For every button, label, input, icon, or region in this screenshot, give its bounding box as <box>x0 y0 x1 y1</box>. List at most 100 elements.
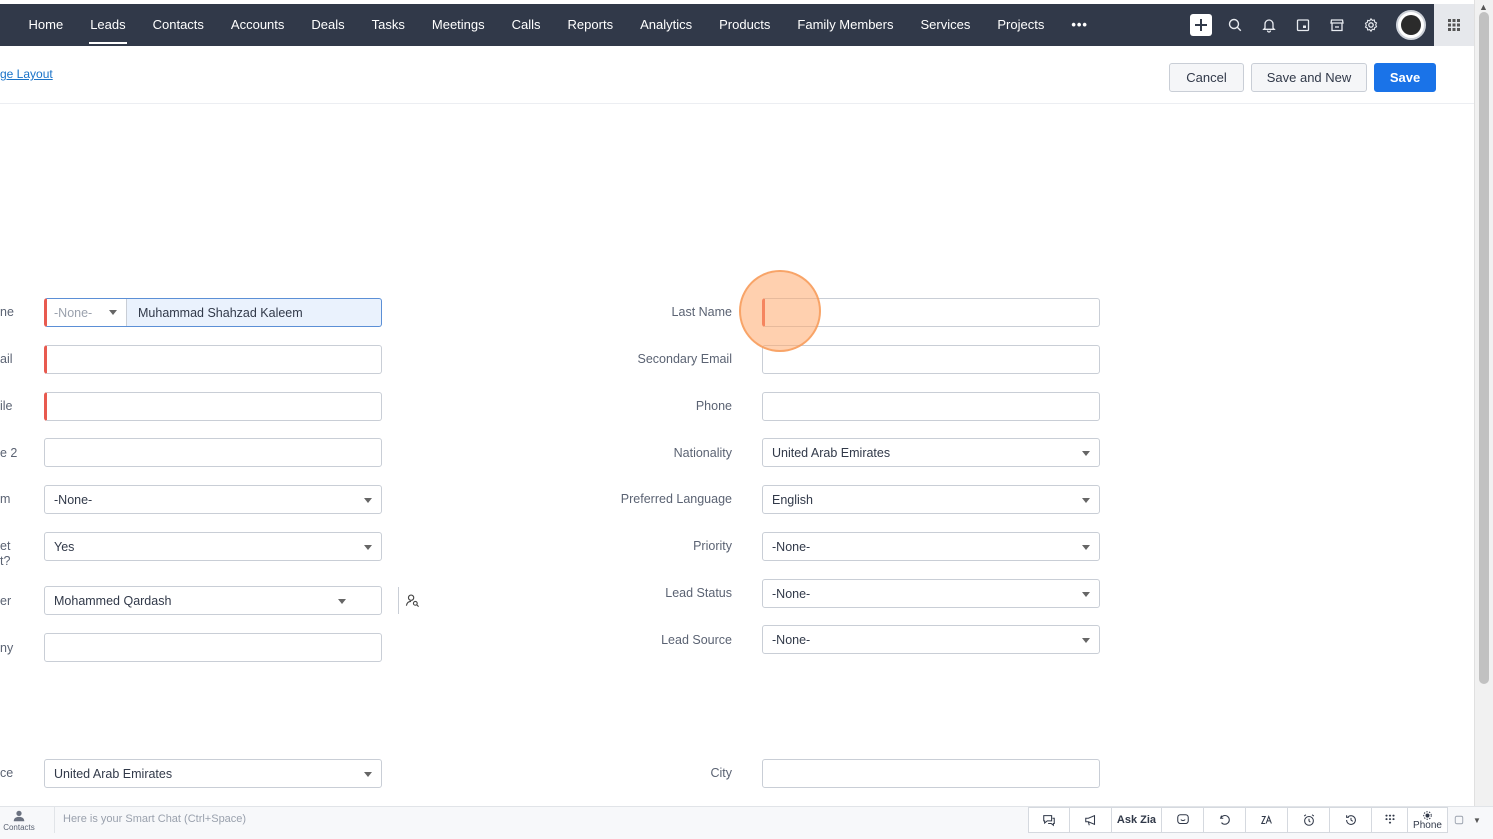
priority-value: -None- <box>772 539 811 554</box>
more-tools-button[interactable] <box>1448 807 1470 833</box>
city-input[interactable] <box>762 759 1100 788</box>
preferred-language-label: Preferred Language <box>620 492 732 506</box>
gear-icon <box>1364 17 1378 33</box>
company-label: ny <box>0 641 14 655</box>
chat-button[interactable] <box>1028 807 1070 833</box>
search-button[interactable] <box>1218 4 1252 46</box>
recent-items-button[interactable] <box>1330 807 1372 833</box>
city-label: City <box>710 766 732 780</box>
residence-select[interactable]: United Arab Emirates <box>44 759 382 788</box>
tab-accounts[interactable]: Accounts <box>217 4 297 46</box>
mobile-input[interactable] <box>44 392 382 421</box>
cancel-button[interactable]: Cancel <box>1169 63 1244 92</box>
yes-no-select[interactable]: Yes <box>44 532 382 561</box>
priority-select[interactable]: -None- <box>762 532 1100 561</box>
user-photo <box>1401 15 1421 35</box>
phone-input[interactable] <box>762 392 1100 421</box>
chevron-down-icon[interactable]: ▼ <box>1470 807 1484 833</box>
tab-contacts[interactable]: Contacts <box>139 4 217 46</box>
settings-button[interactable] <box>1354 4 1388 46</box>
first-name-input[interactable]: Muhammad Shahzad Kaleem <box>127 299 381 326</box>
contacts-shortcut[interactable]: Contacts <box>2 809 36 832</box>
phone-label: Phone <box>1413 819 1442 831</box>
tab-services[interactable]: Services <box>907 4 984 46</box>
bell-icon <box>1262 19 1276 33</box>
form-action-bar: ge Layout Cancel Save and New Save <box>0 46 1474 104</box>
lead-status-label: Lead Status <box>665 586 732 600</box>
mobile-label: ile <box>0 399 13 413</box>
lead-status-select[interactable]: -None- <box>762 579 1100 608</box>
tab-tasks[interactable]: Tasks <box>358 4 418 46</box>
first-name-field[interactable]: -None- Muhammad Shahzad Kaleem <box>44 298 382 327</box>
company-input[interactable] <box>44 633 382 662</box>
search-icon <box>1228 18 1242 32</box>
module-tabs: Home Leads Contacts Accounts Deals Tasks… <box>0 4 1101 46</box>
tab-products[interactable]: Products <box>706 4 784 46</box>
apps-button[interactable] <box>1434 4 1474 46</box>
preferred-language-value: English <box>772 492 813 507</box>
scroll-up-arrow-icon[interactable]: ▲ <box>1479 2 1488 12</box>
chevron-down-icon <box>1082 638 1090 643</box>
edit-page-layout-link[interactable]: ge Layout <box>0 67 53 81</box>
tab-more[interactable]: ••• <box>1058 4 1102 46</box>
phone-2-input[interactable] <box>44 438 382 467</box>
contacts-icon <box>13 810 25 822</box>
calendar-button[interactable] <box>1286 4 1320 46</box>
reminders-button[interactable] <box>1288 807 1330 833</box>
tab-analytics[interactable]: Analytics <box>627 4 706 46</box>
salutation-value: -None- <box>54 305 93 320</box>
signals-button[interactable] <box>1204 807 1246 833</box>
marketplace-button[interactable] <box>1320 4 1354 46</box>
alarm-clock-icon <box>1303 814 1314 826</box>
lead-owner-value: Mohammed Qardash <box>54 593 172 608</box>
email-input[interactable] <box>44 345 382 374</box>
avatar[interactable] <box>1396 10 1426 40</box>
notifications-button[interactable] <box>1252 4 1286 46</box>
tab-reports[interactable]: Reports <box>554 4 627 46</box>
lead-source-select[interactable]: -None- <box>762 625 1100 654</box>
save-button[interactable]: Save <box>1374 63 1436 92</box>
user-lookup-button[interactable] <box>398 587 426 614</box>
zia-button[interactable] <box>1246 807 1288 833</box>
residence-value: United Arab Emirates <box>54 766 173 781</box>
chevron-down-icon <box>338 599 346 604</box>
tab-meetings[interactable]: Meetings <box>418 4 498 46</box>
ask-zia-button[interactable]: Ask Zia <box>1112 807 1162 833</box>
lead-owner-select[interactable]: Mohammed Qardash <box>44 586 419 615</box>
bottom-tools: Ask Zia Phone ▼ <box>1028 807 1484 833</box>
chevron-down-icon <box>364 772 372 777</box>
tab-home[interactable]: Home <box>15 4 77 46</box>
last-name-input[interactable] <box>762 298 1100 327</box>
chat-icon <box>1043 815 1055 827</box>
user-search-icon <box>405 594 419 607</box>
zia-icon <box>1260 815 1272 825</box>
tab-projects[interactable]: Projects <box>984 4 1058 46</box>
preferred-language-select[interactable]: English <box>762 485 1100 514</box>
chevron-down-icon <box>109 310 117 315</box>
history-icon <box>1345 815 1356 825</box>
nationality-select[interactable]: United Arab Emirates <box>762 438 1100 467</box>
tab-calls[interactable]: Calls <box>498 4 554 46</box>
apps-grid-icon <box>1448 19 1460 31</box>
save-and-new-button[interactable]: Save and New <box>1251 63 1367 92</box>
chevron-down-icon <box>1082 592 1090 597</box>
dialpad-button[interactable] <box>1372 807 1408 833</box>
tab-deals[interactable]: Deals <box>298 4 358 46</box>
residence-label: ce <box>0 766 14 780</box>
vertical-scrollbar[interactable]: ▲ <box>1474 0 1493 806</box>
secondary-email-input[interactable] <box>762 345 1100 374</box>
scroll-thumb[interactable] <box>1479 12 1489 684</box>
lead-source-label: Lead Source <box>661 633 732 647</box>
feedback-button[interactable] <box>1162 807 1204 833</box>
phone-button[interactable]: Phone <box>1408 807 1448 833</box>
lead-create-page: Home Leads Contacts Accounts Deals Tasks… <box>0 0 1493 839</box>
tab-leads[interactable]: Leads <box>77 4 139 46</box>
create-button[interactable] <box>1184 4 1218 46</box>
salutation-select[interactable]: -None- <box>47 299 127 326</box>
contacts-label: Contacts <box>3 823 35 832</box>
smart-chat-input[interactable]: Here is your Smart Chat (Ctrl+Space) <box>54 807 246 833</box>
phone-2-label: e 2 <box>0 446 18 460</box>
tab-family-members[interactable]: Family Members <box>784 4 907 46</box>
left-select-1[interactable]: -None- <box>44 485 382 514</box>
announcements-button[interactable] <box>1070 807 1112 833</box>
